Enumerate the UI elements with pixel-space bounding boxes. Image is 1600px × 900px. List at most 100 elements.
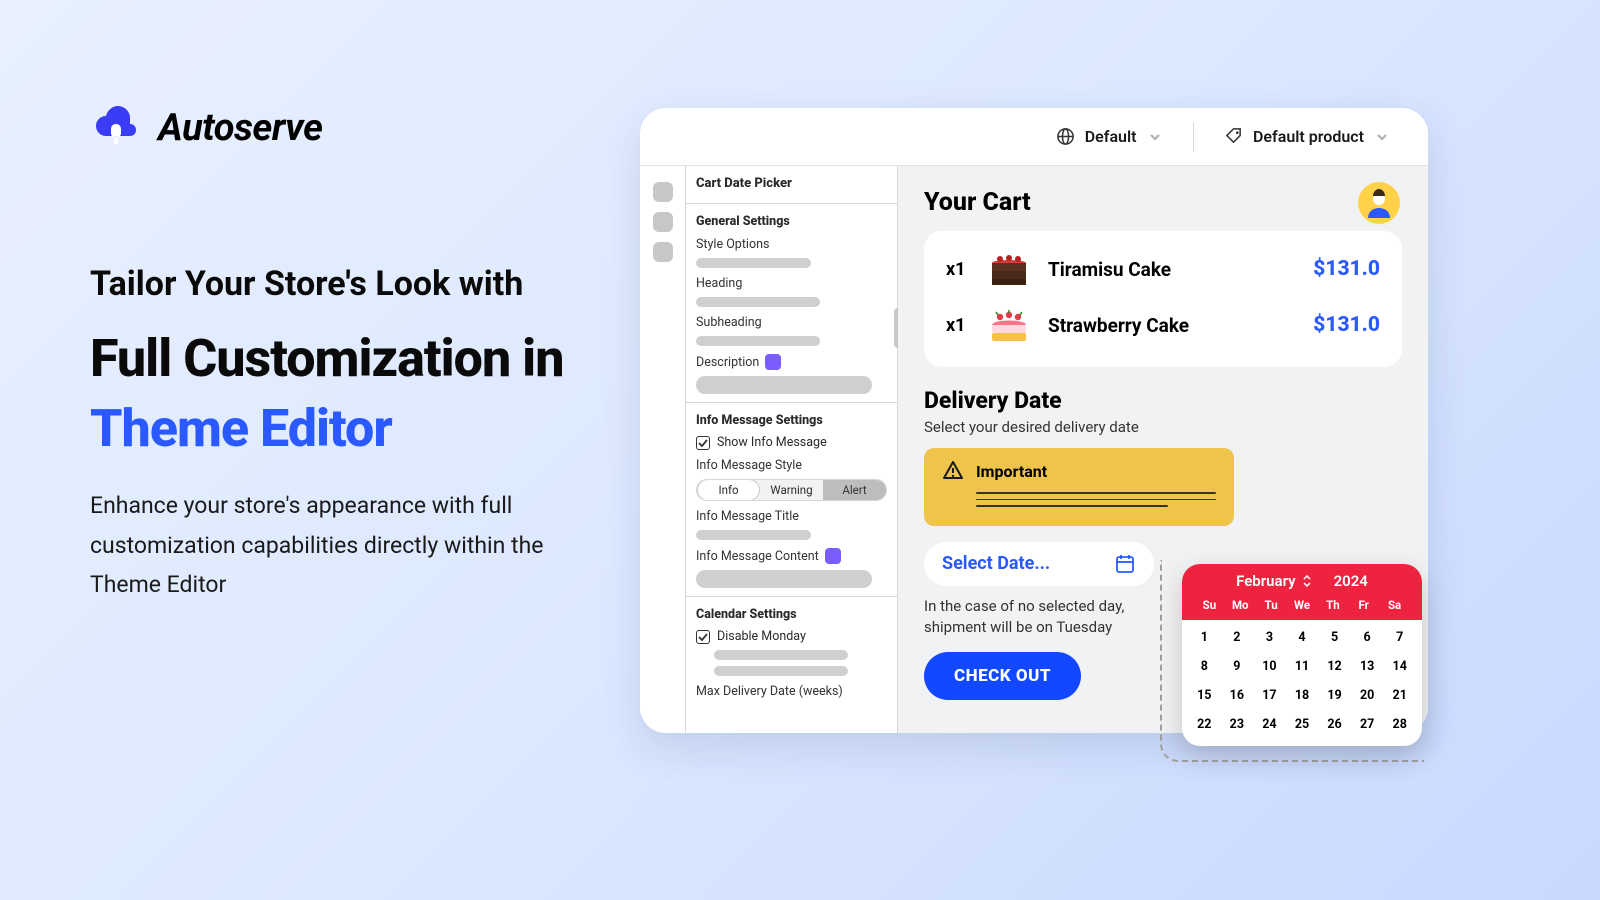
- calendar-day[interactable]: 3: [1253, 626, 1286, 649]
- calendar-icon: [1114, 553, 1136, 575]
- show-info-checkbox[interactable]: Show Info Message: [696, 435, 887, 450]
- calendar-day[interactable]: 18: [1286, 684, 1319, 707]
- calendar-day[interactable]: 21: [1383, 684, 1416, 707]
- chevron-down-icon: [1374, 129, 1390, 145]
- alert-text-line: [976, 505, 1168, 507]
- calendar-day[interactable]: 24: [1253, 713, 1286, 736]
- calendar-day[interactable]: 28: [1383, 713, 1416, 736]
- calendar-day[interactable]: 22: [1188, 713, 1221, 736]
- calendar-day[interactable]: 17: [1253, 684, 1286, 707]
- calendar-day[interactable]: 19: [1318, 684, 1351, 707]
- disable-monday-label: Disable Monday: [717, 629, 806, 644]
- cart-title: Your Cart: [924, 188, 1402, 217]
- calendar-weekdays: SuMoTuWeThFrSa: [1194, 596, 1410, 614]
- warning-icon: [942, 460, 964, 482]
- headline-prefix: Full Customization in: [90, 328, 563, 389]
- delivery-title: Delivery Date: [924, 387, 1402, 414]
- month-stepper-icon[interactable]: [1302, 574, 1312, 588]
- avatar[interactable]: [1358, 182, 1400, 224]
- settings-group-info: Info Message Settings: [696, 413, 887, 428]
- settings-group-calendar: Calendar Settings: [696, 607, 887, 622]
- settings-title: Cart Date Picker: [696, 176, 887, 191]
- cart-box: x1 Tiramisu Cake $131.0 x1 Strawberry Ca…: [924, 231, 1402, 367]
- brand-name: Autoserve: [158, 106, 322, 150]
- heading-field[interactable]: [696, 297, 820, 307]
- tag-icon: [1224, 127, 1243, 146]
- no-date-hint: In the case of no selected day, shipment…: [924, 596, 1144, 638]
- brand-row: Autoserve: [90, 100, 610, 156]
- calendar-day[interactable]: 15: [1188, 684, 1221, 707]
- calendar-year: 2024: [1334, 572, 1368, 590]
- rich-text-icon: [765, 354, 781, 370]
- seg-warning[interactable]: Warning: [760, 479, 823, 501]
- rail-item[interactable]: [653, 182, 673, 202]
- calendar-day[interactable]: 27: [1351, 713, 1384, 736]
- placeholder-field[interactable]: [714, 666, 848, 676]
- cart-row: x1 Strawberry Cake $131.0: [942, 297, 1384, 353]
- style-options-field[interactable]: [696, 258, 811, 268]
- calendar-day[interactable]: 6: [1351, 626, 1384, 649]
- delivery-subtitle: Select your desired delivery date: [924, 418, 1402, 436]
- cart-qty: x1: [946, 259, 970, 280]
- editor-topbar: Default Default product: [640, 108, 1428, 166]
- info-alert-box: Important: [924, 448, 1234, 526]
- calendar-day[interactable]: 4: [1286, 626, 1319, 649]
- calendar-day[interactable]: 20: [1351, 684, 1384, 707]
- calendar-day[interactable]: 8: [1188, 655, 1221, 678]
- style-options-label: Style Options: [696, 237, 887, 252]
- select-date-label: Select Date...: [942, 553, 1050, 574]
- cart-item-name: Tiramisu Cake: [1048, 258, 1297, 281]
- calendar-day[interactable]: 25: [1286, 713, 1319, 736]
- settings-group-general: General Settings: [696, 214, 887, 229]
- settings-panel: Cart Date Picker General Settings Style …: [686, 166, 898, 733]
- rail-item[interactable]: [653, 212, 673, 232]
- product-selector[interactable]: Default product: [1220, 121, 1394, 152]
- calendar-day[interactable]: 26: [1318, 713, 1351, 736]
- calendar-day[interactable]: 10: [1253, 655, 1286, 678]
- calendar-day[interactable]: 23: [1221, 713, 1254, 736]
- calendar-day-grid[interactable]: 1234567891011121314151617181920212223242…: [1182, 620, 1422, 746]
- headline-line-1: Tailor Your Store's Look with: [90, 264, 610, 304]
- cake-icon: [986, 249, 1032, 289]
- info-content-label: Info Message Content: [696, 548, 887, 564]
- rail-item[interactable]: [653, 242, 673, 262]
- calendar-day[interactable]: 5: [1318, 626, 1351, 649]
- globe-icon: [1056, 127, 1075, 146]
- checkbox-checked-icon: [696, 630, 710, 644]
- seg-info[interactable]: Info: [697, 479, 760, 501]
- calendar-day[interactable]: 2: [1221, 626, 1254, 649]
- cart-qty: x1: [946, 315, 970, 336]
- calendar-day[interactable]: 13: [1351, 655, 1384, 678]
- locale-value: Default: [1085, 127, 1137, 146]
- topbar-divider: [1193, 122, 1195, 152]
- calendar-day[interactable]: 12: [1318, 655, 1351, 678]
- heading-label: Heading: [696, 276, 887, 291]
- cart-row: x1 Tiramisu Cake $131.0: [942, 241, 1384, 297]
- checkbox-checked-icon: [696, 436, 710, 450]
- calendar-day[interactable]: 14: [1383, 655, 1416, 678]
- calendar-day[interactable]: 1: [1188, 626, 1221, 649]
- select-date-button[interactable]: Select Date...: [924, 542, 1154, 586]
- disable-monday-checkbox[interactable]: Disable Monday: [696, 629, 887, 644]
- editor-rail: [640, 166, 686, 733]
- seg-alert[interactable]: Alert: [823, 479, 886, 501]
- calendar-day[interactable]: 16: [1221, 684, 1254, 707]
- alert-text-line: [976, 499, 1216, 501]
- calendar-day[interactable]: 11: [1286, 655, 1319, 678]
- calendar-widget[interactable]: February 2024 SuMoTuWeThFrSa 12345678910…: [1182, 564, 1422, 746]
- info-style-segmented[interactable]: Info Warning Alert: [696, 479, 887, 501]
- subheading-field[interactable]: [696, 336, 820, 346]
- description-field[interactable]: [696, 376, 872, 394]
- calendar-day[interactable]: 9: [1221, 655, 1254, 678]
- max-delivery-label: Max Delivery Date (weeks): [696, 684, 887, 699]
- alert-label: Important: [976, 462, 1047, 481]
- locale-selector[interactable]: Default: [1052, 121, 1167, 152]
- info-content-field[interactable]: [696, 570, 872, 588]
- calendar-day[interactable]: 7: [1383, 626, 1416, 649]
- checkout-button[interactable]: CHECK OUT: [924, 652, 1081, 700]
- calendar-month: February: [1236, 572, 1295, 590]
- alert-text-line: [976, 492, 1216, 494]
- description-label: Description: [696, 354, 887, 370]
- info-title-field[interactable]: [696, 530, 811, 540]
- placeholder-field[interactable]: [714, 650, 848, 660]
